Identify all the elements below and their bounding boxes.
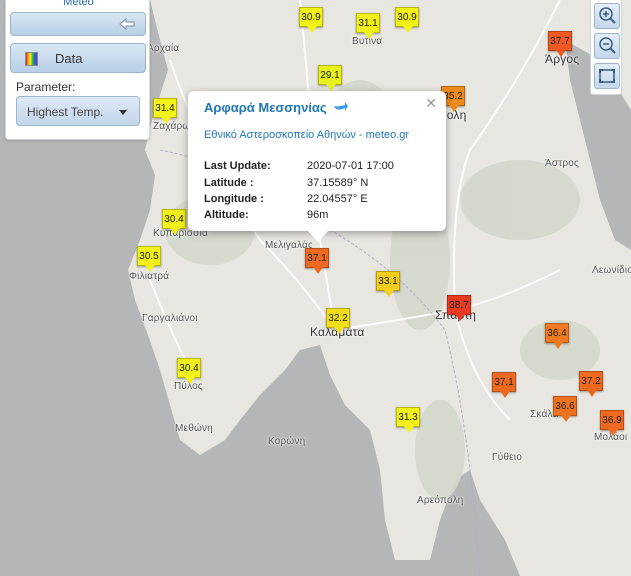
palette-icon bbox=[25, 52, 38, 66]
station-marker[interactable]: 36.6 bbox=[553, 396, 577, 422]
row-label: Last Update: bbox=[204, 160, 271, 172]
zoom-in-icon bbox=[599, 7, 616, 24]
place-label: Μεθώνη bbox=[175, 423, 213, 434]
arrow-right-icon[interactable] bbox=[333, 101, 349, 113]
station-marker[interactable]: 30.9 bbox=[395, 7, 419, 33]
popup-title[interactable]: Αρφαρά Μεσσηνίας bbox=[204, 100, 349, 115]
full-extent-icon bbox=[599, 69, 615, 83]
station-marker[interactable]: 30.4 bbox=[162, 209, 186, 235]
brand-link[interactable]: Meteo bbox=[6, 0, 151, 8]
station-marker[interactable]: 38.7 bbox=[447, 295, 471, 321]
station-marker[interactable]: 29.1 bbox=[318, 65, 342, 91]
row-label: Latitude : bbox=[204, 177, 254, 189]
station-marker[interactable]: 36.4 bbox=[545, 323, 569, 349]
station-marker[interactable]: 37.1 bbox=[492, 372, 516, 398]
station-marker[interactable]: 30.9 bbox=[299, 7, 323, 33]
place-label: Γύθειο bbox=[492, 452, 522, 463]
zoom-in-button[interactable] bbox=[594, 3, 620, 29]
zoom-controls bbox=[590, 0, 622, 95]
station-name[interactable]: Αρφαρά Μεσσηνίας bbox=[204, 100, 327, 115]
station-marker[interactable]: 31.1 bbox=[356, 13, 380, 39]
control-panel: Meteo Data Parameter: Highest Temp. bbox=[5, 0, 150, 140]
zoom-extent-button[interactable] bbox=[594, 63, 620, 89]
close-icon[interactable]: ✕ bbox=[425, 95, 437, 112]
station-marker[interactable]: 36.9 bbox=[600, 410, 624, 436]
station-marker[interactable]: 30.4 bbox=[177, 358, 201, 384]
place-label: Λεωνίδιο bbox=[592, 265, 631, 276]
place-label: Φιλιατρά bbox=[129, 271, 170, 282]
data-button[interactable]: Data bbox=[10, 43, 146, 73]
chevron-down-icon bbox=[119, 110, 127, 115]
place-label: Αρχαία bbox=[147, 43, 180, 54]
place-label: Κορώνη bbox=[268, 436, 306, 447]
data-button-label: Data bbox=[55, 51, 83, 66]
station-marker[interactable]: 32.2 bbox=[326, 308, 350, 334]
place-label: Αρεόπολη bbox=[417, 495, 464, 506]
place-label: Άστρος bbox=[545, 158, 580, 169]
zoom-out-icon bbox=[599, 37, 616, 54]
station-popup: ✕ Αρφαρά Μεσσηνίας Εθνικό Αστεροσκοπείο … bbox=[188, 91, 446, 242]
station-marker[interactable]: 37.7 bbox=[548, 31, 572, 57]
station-marker[interactable]: 31.3 bbox=[396, 407, 420, 433]
place-label: Ζαχάρω bbox=[153, 121, 191, 132]
collapse-button[interactable] bbox=[10, 12, 146, 36]
parameter-label: Parameter: bbox=[16, 80, 76, 94]
station-marker[interactable]: 30.5 bbox=[137, 246, 161, 272]
parameter-select-value: Highest Temp. bbox=[27, 105, 104, 119]
station-marker[interactable]: 31.4 bbox=[153, 98, 177, 124]
popup-pointer bbox=[307, 230, 329, 242]
station-marker[interactable]: 37.1 bbox=[305, 248, 329, 274]
arrow-left-icon bbox=[119, 18, 135, 30]
zoom-out-button[interactable] bbox=[594, 33, 620, 59]
row-value: 22.04557° E bbox=[307, 193, 368, 205]
popup-row-last-update: Last Update: 2020-07-01 17:00 bbox=[204, 160, 394, 172]
row-value: 2020-07-01 17:00 bbox=[307, 160, 394, 172]
popup-row-latitude: Latitude : 37.15589° N bbox=[204, 177, 368, 189]
parameter-select[interactable]: Highest Temp. bbox=[16, 96, 140, 126]
row-label: Altitude: bbox=[204, 209, 249, 221]
popup-row-altitude: Altitude: 96m bbox=[204, 209, 328, 221]
station-marker[interactable]: 37.2 bbox=[579, 371, 603, 397]
popup-row-longitude: Longitude : 22.04557° E bbox=[204, 193, 368, 205]
source-link[interactable]: Εθνικό Αστεροσκοπείο Αθηνών - meteo.gr bbox=[204, 129, 409, 141]
row-label: Longitude : bbox=[204, 193, 264, 205]
station-marker[interactable]: 33.1 bbox=[376, 271, 400, 297]
row-value: 96m bbox=[307, 209, 329, 221]
place-label: Γαργαλιάνοι bbox=[142, 313, 198, 324]
row-value: 37.15589° N bbox=[307, 177, 369, 189]
